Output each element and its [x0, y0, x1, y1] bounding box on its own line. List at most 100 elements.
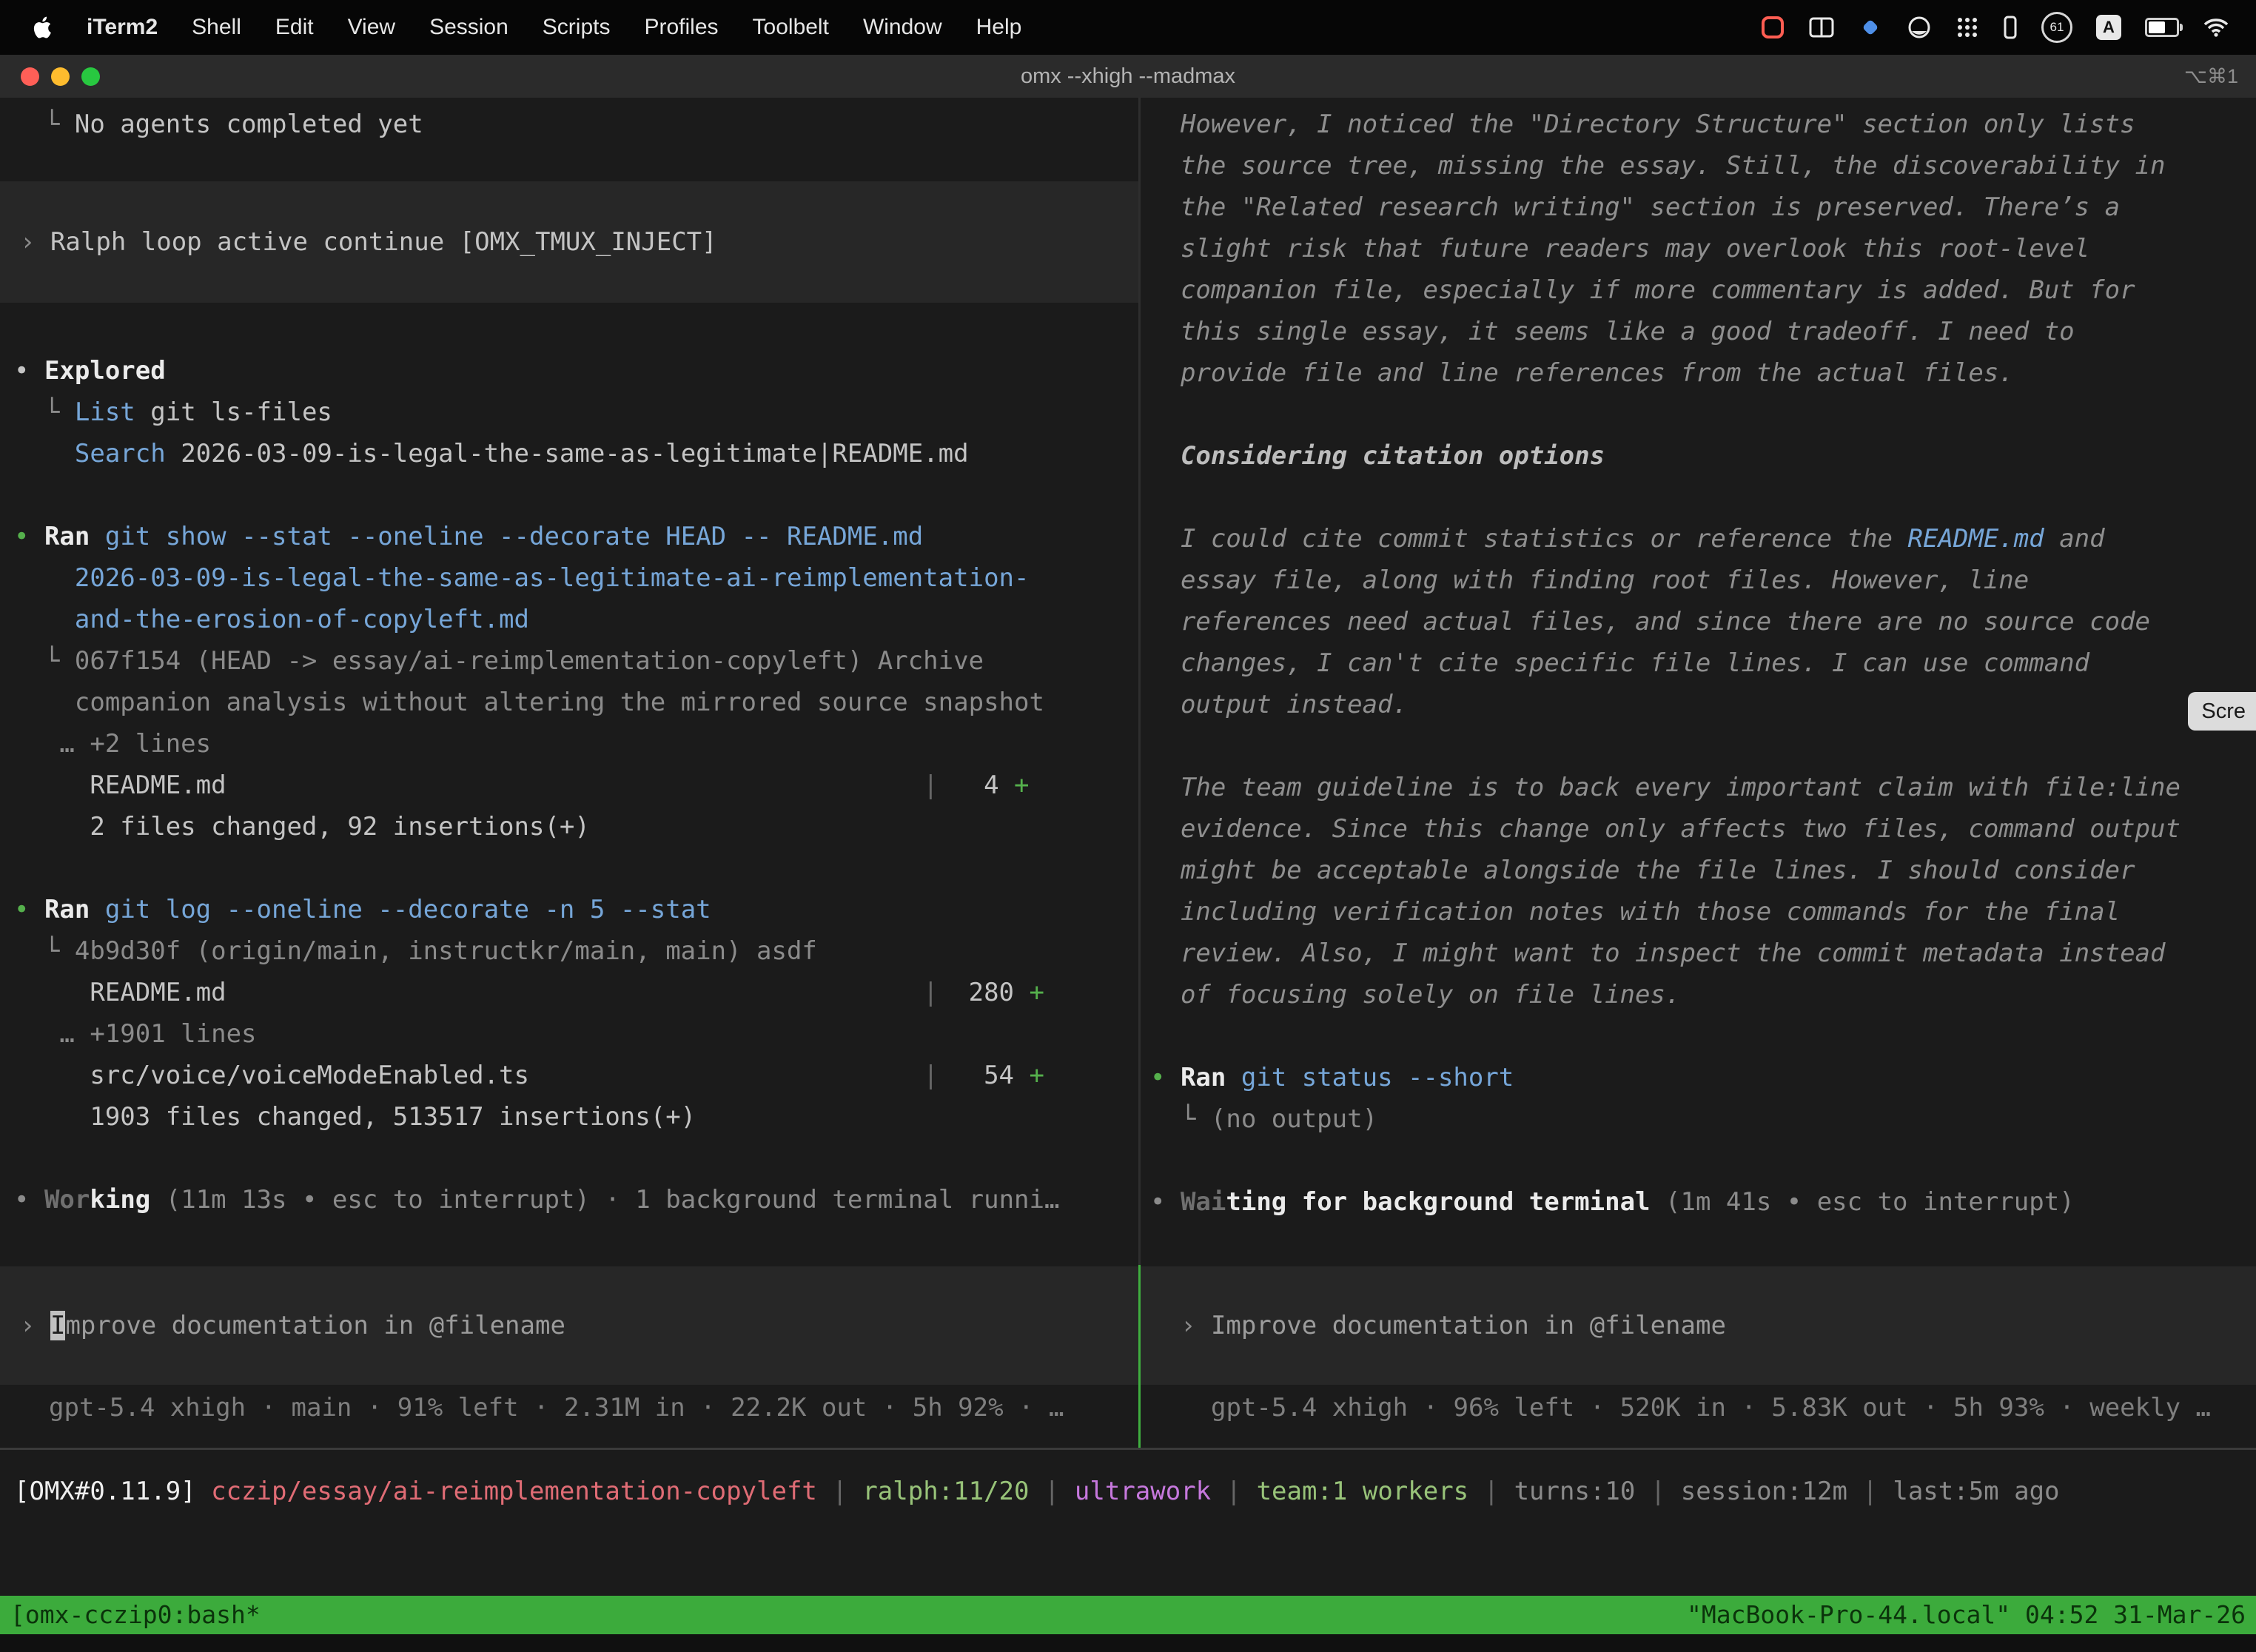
text-segment: However, I noticed the "Directory Struct…	[1150, 110, 2135, 139]
menu-bar-left: iTerm2ShellEditViewSessionScriptsProfile…	[0, 15, 1038, 40]
menu-item-session[interactable]: Session	[412, 15, 526, 39]
terminal-line: … +2 lines	[0, 723, 1138, 765]
terminal-line: this single essay, it seems like a good …	[1141, 311, 2256, 352]
window-tile-icon[interactable]	[1809, 17, 1834, 38]
window-title-bar[interactable]: omx --xhigh --madmax ⌥⌘1	[0, 55, 2256, 98]
terminal-line: might be acceptable alongside the file l…	[1141, 850, 2256, 891]
text-segment: ralph:11/20	[862, 1477, 1029, 1506]
blank-line	[0, 847, 1138, 889]
prompt-input-right[interactable]: › Improve documentation in @filename	[1141, 1266, 2256, 1385]
menu-item-iterm2[interactable]: iTerm2	[70, 15, 175, 39]
text-segment: |	[817, 1477, 862, 1506]
menu-item-shell[interactable]: Shell	[175, 15, 258, 39]
text-segment: including verification notes with those …	[1150, 897, 2120, 927]
text-segment: Wai	[1181, 1187, 1226, 1217]
text-segment: the source tree, missing the essay. Stil…	[1150, 151, 2165, 181]
tmux-session-name[interactable]: [omx-cczip0:bash*	[10, 1596, 261, 1634]
app-grid-icon[interactable]	[1955, 16, 1979, 39]
text-segment: companion file, especially if more comme…	[1150, 275, 2135, 305]
tmux-host-clock: "MacBook-Pro-44.local" 04:52 31-Mar-26	[1687, 1596, 2246, 1634]
text-segment: README.md	[14, 978, 226, 1007]
text-segment: •	[14, 356, 44, 386]
text-segment: I could cite commit statistics or refere…	[1150, 524, 1908, 554]
terminal-line: 1903 files changed, 513517 insertions(+)	[0, 1096, 1138, 1138]
terminal-line: └ No agents completed yet	[0, 104, 1138, 145]
blank-line	[1141, 1015, 2256, 1057]
left-terminal-pane[interactable]: └ No agents completed yet › Ralph loop a…	[0, 98, 1138, 1448]
phone-icon[interactable]	[2003, 16, 2018, 39]
terminal-line: 2 files changed, 92 insertions(+)	[0, 806, 1138, 847]
menu-item-toolbelt[interactable]: Toolbelt	[736, 15, 846, 39]
terminal-line: references need actual files, and since …	[1141, 601, 2256, 642]
text-segment: |	[1211, 1477, 1256, 1506]
text-segment: Considering citation options	[1150, 441, 1605, 471]
menu-item-scripts[interactable]: Scripts	[526, 15, 628, 39]
wifi-icon[interactable]	[2203, 17, 2229, 38]
terminal-line: … +1901 lines	[0, 1013, 1138, 1055]
minimize-button[interactable]	[51, 67, 70, 86]
omx-status-bar: [OMX#0.11.9] cczip/essay/ai-reimplementa…	[0, 1471, 2256, 1512]
close-button[interactable]	[21, 67, 39, 86]
text-segment: └	[14, 110, 75, 139]
terminal-area: └ No agents completed yet › Ralph loop a…	[0, 98, 2256, 1448]
text-segment: team:1 workers	[1257, 1477, 1469, 1506]
terminal-line: src/voice/voiceModeEnabled.ts | 54 +	[0, 1055, 1138, 1096]
window-title: omx --xhigh --madmax	[0, 64, 2256, 89]
text-segment: |	[226, 770, 954, 800]
menu-item-profiles[interactable]: Profiles	[627, 15, 735, 39]
text-segment: |	[1635, 1477, 1680, 1506]
zoom-button[interactable]	[81, 67, 100, 86]
terminal-line: provide file and line references from th…	[1141, 352, 2256, 394]
menu-item-help[interactable]: Help	[959, 15, 1039, 39]
text-segment: (1m 41s • esc to interrupt)	[1651, 1187, 2075, 1217]
terminal-line: └ (no output)	[1141, 1098, 2256, 1140]
screen: iTerm2ShellEditViewSessionScriptsProfile…	[0, 0, 2256, 1652]
text-segment: Ran	[44, 522, 105, 551]
input-source-icon[interactable]: A	[2096, 15, 2121, 40]
text-segment: git show --stat --oneline --decorate HEA…	[105, 522, 923, 551]
text-segment: └	[1150, 1104, 1211, 1134]
text-segment: Search	[75, 439, 166, 469]
text-segment: cczip/essay/ai-reimplementation-copyleft	[211, 1477, 817, 1506]
blank-line	[0, 474, 1138, 516]
terminal-line: └ 4b9d30f (origin/main, instructkr/main,…	[0, 930, 1138, 972]
text-segment: this single essay, it seems like a good …	[1150, 317, 2075, 346]
text-segment: output instead.	[1150, 690, 1408, 719]
text-segment: └ 067f154 (HEAD -> essay/ai-reimplementa…	[14, 646, 984, 676]
prompt-chevron: ›	[20, 1311, 50, 1340]
text-cursor: I	[50, 1311, 65, 1340]
terminal-line: Search 2026-03-09-is-legal-the-same-as-l…	[0, 433, 1138, 474]
text-segment: |	[1030, 1477, 1075, 1506]
right-terminal-pane[interactable]: However, I noticed the "Directory Struct…	[1141, 98, 2256, 1448]
screen-share-tab[interactable]: Scre	[2188, 692, 2256, 731]
blank-line	[0, 1138, 1138, 1179]
menu-item-view[interactable]: View	[331, 15, 412, 39]
text-segment: git ls-files	[135, 397, 332, 427]
text-segment: 2026-03-09-is-legal-the-same-as-legitima…	[166, 439, 969, 469]
text-segment: turns:10	[1514, 1477, 1636, 1506]
terminal-line: essay file, along with finding root file…	[1141, 560, 2256, 601]
terminal-line: the source tree, missing the essay. Stil…	[1141, 145, 2256, 187]
text-segment: Wor	[44, 1185, 90, 1215]
session-status-right: gpt-5.4 xhigh · 96% left · 520K in · 5.8…	[1141, 1387, 2256, 1428]
battery-icon[interactable]	[2145, 18, 2179, 37]
terminal-line: • Ran git show --stat --oneline --decora…	[0, 516, 1138, 557]
battery-percent-badge[interactable]: 61	[2041, 12, 2072, 43]
terminal-line: └ 067f154 (HEAD -> essay/ai-reimplementa…	[0, 640, 1138, 682]
menu-items: iTerm2ShellEditViewSessionScriptsProfile…	[70, 15, 1038, 40]
ralph-loop-banner: › Ralph loop active continue [OMX_TMUX_I…	[0, 181, 1138, 303]
banner-text: Ralph loop active continue [OMX_TMUX_INJ…	[50, 227, 717, 257]
terminal-line: • Explored	[0, 350, 1138, 392]
prompt-input-left[interactable]: › Improve documentation in @filename	[0, 1266, 1138, 1385]
text-segment: (11m 13s • esc to interrupt) · 1 backgro…	[150, 1185, 1059, 1215]
text-segment: +	[1030, 1061, 1044, 1090]
blue-app-icon[interactable]	[1858, 15, 1883, 40]
terminal-line: output instead.	[1141, 684, 2256, 725]
terminal-line: • Ran git log --oneline --decorate -n 5 …	[0, 889, 1138, 930]
dark-circle-app-icon[interactable]	[1907, 15, 1932, 40]
menu-item-edit[interactable]: Edit	[258, 15, 331, 39]
apple-menu-icon[interactable]	[25, 16, 59, 39]
menu-item-window[interactable]: Window	[846, 15, 959, 39]
terminal-line: • Working (11m 13s • esc to interrupt) ·…	[0, 1179, 1138, 1220]
screen-recording-icon[interactable]	[1760, 15, 1785, 40]
